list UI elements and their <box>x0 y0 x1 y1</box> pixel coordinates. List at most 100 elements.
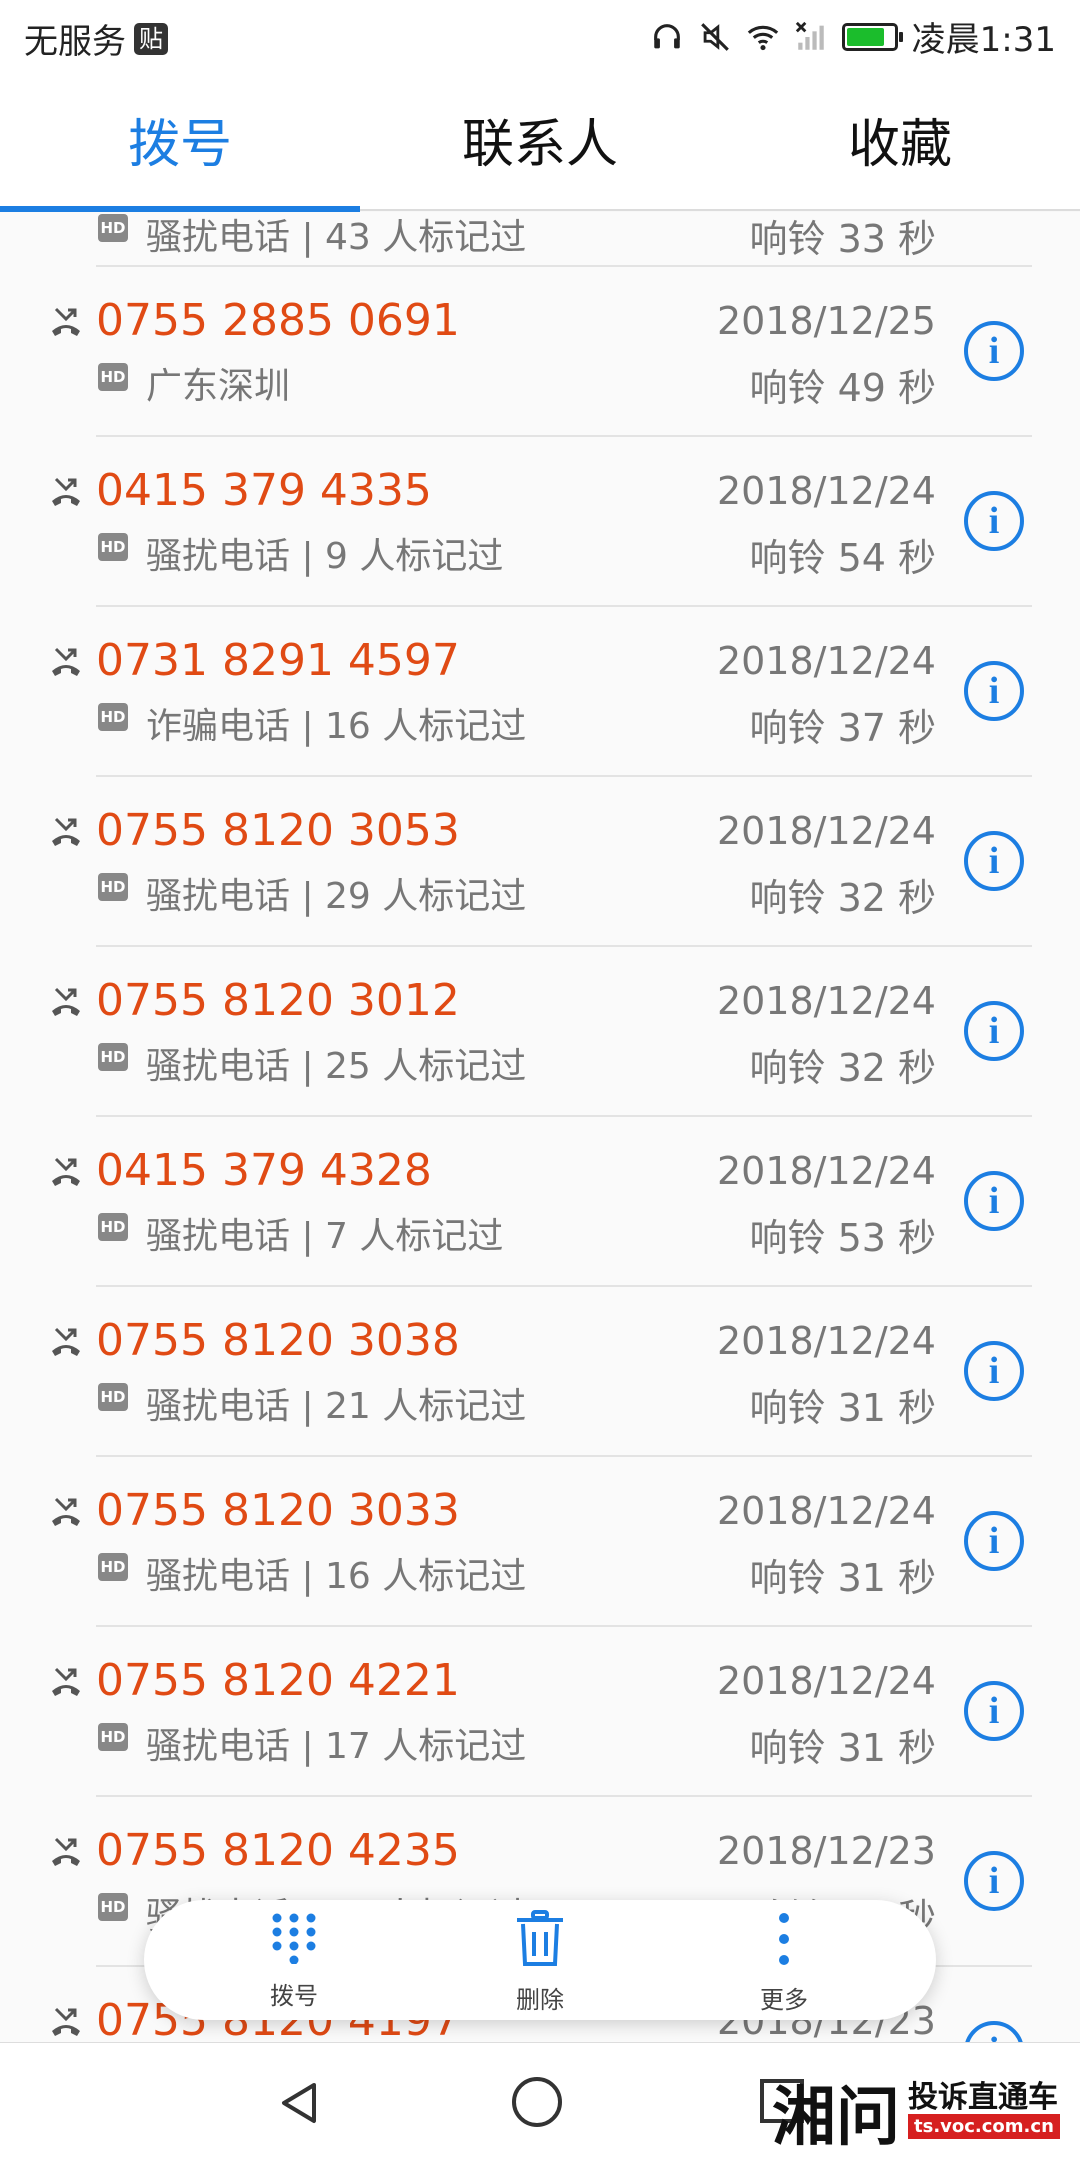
carrier-label: 无服务 <box>24 22 126 62</box>
phone-number: 0755 8120 3012 <box>96 975 460 1026</box>
call-duration: 响铃 54 秒 <box>749 536 936 580</box>
tab-contacts[interactable]: 联系人 <box>360 102 720 177</box>
call-log-row[interactable]: 0731 8291 4597 HD 诈骗电话 | 16 人标记过 2018/12/24… <box>0 605 1080 775</box>
status-icons: 凌晨1:31 <box>650 12 1056 61</box>
call-desc: 骚扰电话 | 17 人标记过 <box>146 1726 527 1767</box>
more-button[interactable]: 更多 <box>704 1910 864 2015</box>
delete-label: 删除 <box>516 1986 564 2014</box>
phone-number: 0415 379 4328 <box>96 1145 432 1196</box>
watermark-title: 投诉直通车 <box>908 2080 1058 2115</box>
call-log-list[interactable]: HD 骚扰电话 | 43 人标记过 响铃 33 秒 0755 2885 0691… <box>0 212 1080 2042</box>
call-duration: 响铃 53 秒 <box>749 1216 936 1260</box>
tab-bar: 拨号 联系人 收藏 <box>0 78 1080 210</box>
info-icon[interactable]: i <box>964 1171 1024 1231</box>
hd-badge: HD <box>98 703 128 731</box>
call-date: 2018/12/24 <box>716 639 936 683</box>
info-icon[interactable]: i <box>964 831 1024 891</box>
info-icon[interactable]: i <box>964 491 1024 551</box>
phone-number: 0755 2885 0691 <box>96 295 460 346</box>
call-duration: 响铃 31 秒 <box>749 1386 936 1430</box>
watermark: 湘问 投诉直通车 ts.voc.com.cn <box>772 2066 1062 2155</box>
info-icon[interactable]: i <box>964 1681 1024 1741</box>
call-log-row[interactable]: 0755 8120 3012 HD 骚扰电话 | 25 人标记过 2018/12/24… <box>0 945 1080 1115</box>
hd-badge: HD <box>98 1383 128 1411</box>
phone-number: 0755 8120 3053 <box>96 805 460 856</box>
call-duration: 响铃 31 秒 <box>749 1556 936 1600</box>
dialpad-button[interactable]: 拨号 <box>214 1910 374 2011</box>
hd-badge: HD <box>98 1553 128 1581</box>
hd-badge: HD <box>98 363 128 391</box>
call-log-row[interactable]: 0755 2885 0691 HD 广东深圳 2018/12/25 响铃 49 秒 i <box>0 265 1080 435</box>
info-icon[interactable]: i <box>964 1341 1024 1401</box>
missed-call-icon <box>52 1497 80 1526</box>
call-date: 2018/12/24 <box>716 469 936 513</box>
row-divider <box>96 775 1032 777</box>
call-log-row[interactable]: 0755 8120 4221 HD 骚扰电话 | 17 人标记过 2018/12/24… <box>0 1625 1080 1795</box>
row-divider <box>96 1115 1032 1117</box>
bottom-action-bar: 拨号 删除 更多 <box>144 1900 936 2020</box>
info-icon[interactable]: i <box>964 1001 1024 1061</box>
delete-button[interactable]: 删除 <box>460 1910 620 2015</box>
tab-favorites[interactable]: 收藏 <box>720 102 1080 177</box>
call-desc: 骚扰电话 | 7 人标记过 <box>146 1216 504 1257</box>
call-desc: 骚扰电话 | 43 人标记过 <box>146 217 527 258</box>
row-divider <box>96 1455 1032 1457</box>
call-desc: 骚扰电话 | 29 人标记过 <box>146 876 527 917</box>
tab-dialer[interactable]: 拨号 <box>0 102 360 177</box>
signal-icon <box>795 21 824 50</box>
call-log-row[interactable]: 0415 379 4335 HD 骚扰电话 | 9 人标记过 2018/12/24 响铃… <box>0 435 1080 605</box>
info-icon[interactable]: i <box>964 1851 1024 1911</box>
battery-level <box>846 27 884 46</box>
row-divider <box>96 265 1032 267</box>
missed-call-icon <box>52 2007 80 2036</box>
headphones-icon <box>653 23 680 48</box>
phone-number: 0755 8120 4221 <box>96 1655 460 1706</box>
missed-call-icon <box>52 647 80 676</box>
hd-badge: HD <box>98 214 128 242</box>
phone-number: 0755 8120 4235 <box>96 1825 460 1876</box>
missed-call-icon <box>52 477 80 506</box>
call-log-row[interactable]: 0755 8120 3053 HD 骚扰电话 | 29 人标记过 2018/12/24… <box>0 775 1080 945</box>
call-log-row[interactable]: 0415 379 4328 HD 骚扰电话 | 7 人标记过 2018/12/24 响铃… <box>0 1115 1080 1285</box>
info-icon[interactable]: i <box>964 661 1024 721</box>
missed-call-icon <box>52 307 80 336</box>
info-icon[interactable]: i <box>964 2021 1024 2042</box>
call-duration: 响铃 37 秒 <box>749 706 936 750</box>
watermark-url: ts.voc.com.cn <box>908 2114 1060 2139</box>
home-icon[interactable] <box>512 2077 562 2127</box>
call-duration: 响铃 33 秒 <box>749 217 936 261</box>
missed-call-icon <box>52 987 80 1016</box>
watermark-logo: 湘问 <box>772 2080 900 2155</box>
back-icon[interactable] <box>276 2079 324 2127</box>
call-date: 2018/12/24 <box>716 1489 936 1533</box>
call-date: 2018/12/24 <box>716 979 936 1023</box>
info-icon[interactable]: i <box>964 1511 1024 1571</box>
missed-call-icon <box>52 1327 80 1356</box>
call-duration: 响铃 49 秒 <box>749 366 936 410</box>
row-divider <box>96 1625 1032 1627</box>
trash-icon <box>517 1910 563 1966</box>
call-desc: 骚扰电话 | 16 人标记过 <box>146 1556 527 1597</box>
call-desc: 广东深圳 <box>146 366 291 407</box>
hd-badge: HD <box>98 1043 128 1071</box>
missed-call-icon <box>52 1157 80 1186</box>
call-desc: 骚扰电话 | 21 人标记过 <box>146 1386 527 1427</box>
call-log-row[interactable]: 0755 8120 3033 HD 骚扰电话 | 16 人标记过 2018/12/24… <box>0 1455 1080 1625</box>
carrier-tag: 贴 <box>134 22 168 55</box>
wifi-icon <box>747 25 778 50</box>
hd-badge: HD <box>98 1723 128 1751</box>
call-desc: 骚扰电话 | 25 人标记过 <box>146 1046 527 1087</box>
missed-call-icon <box>52 1667 80 1696</box>
row-divider <box>96 605 1032 607</box>
clock: 凌晨1:31 <box>911 20 1056 60</box>
call-duration: 响铃 32 秒 <box>749 1046 936 1090</box>
call-date: 2018/12/24 <box>716 809 936 853</box>
row-divider <box>96 435 1032 437</box>
call-date: 2018/12/24 <box>716 1149 936 1193</box>
hd-badge: HD <box>98 1893 128 1921</box>
dialpad-label: 拨号 <box>270 1982 318 2010</box>
call-log-row[interactable]: 0755 8120 3038 HD 骚扰电话 | 21 人标记过 2018/12/24… <box>0 1285 1080 1455</box>
call-date: 2018/12/23 <box>716 1829 936 1873</box>
info-icon[interactable]: i <box>964 321 1024 381</box>
dialpad-icon <box>272 1913 316 1964</box>
